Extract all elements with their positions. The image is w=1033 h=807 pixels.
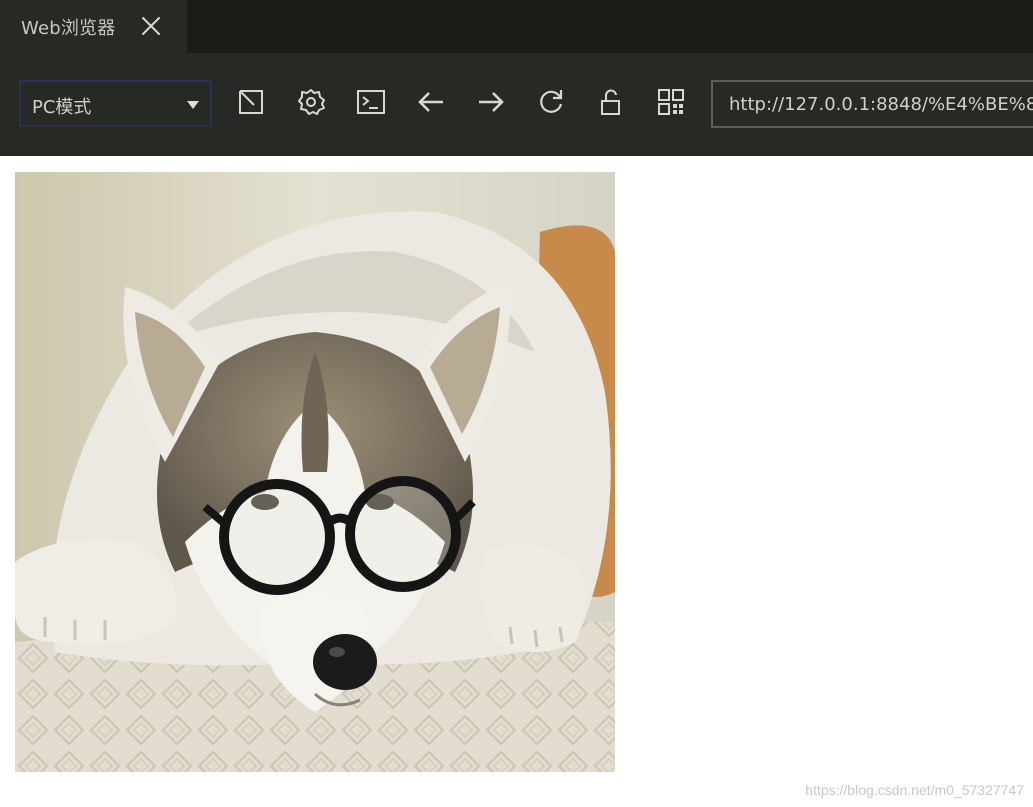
caret-down-icon: [187, 101, 199, 109]
tab-bar: Web浏览器: [0, 0, 1033, 53]
page-viewport: https://blog.csdn.net/m0_57327747: [0, 156, 1033, 807]
gear-icon: [298, 89, 325, 115]
refresh-icon: [540, 90, 563, 113]
url-text: http://127.0.0.1:8848/%E4%BE%8B/: [729, 94, 1033, 115]
mode-select-value: PC模式: [32, 97, 92, 118]
reload-button[interactable]: [536, 87, 566, 117]
qrcode-icon: [658, 89, 684, 115]
browser-window: Web浏览器 PC模式 http://127.0.0.1:8848/%E4%BE…: [0, 0, 1033, 807]
tab-web-browser[interactable]: Web浏览器: [0, 0, 187, 53]
mode-select[interactable]: PC模式: [19, 80, 212, 127]
resize-arrow-icon: [239, 90, 263, 114]
arrow-left-icon: [418, 92, 443, 112]
tab-title: Web浏览器: [21, 18, 116, 39]
url-bar[interactable]: http://127.0.0.1:8848/%E4%BE%8B/: [711, 80, 1033, 128]
qrcode-button[interactable]: [656, 87, 686, 117]
window-resize-button[interactable]: [236, 87, 266, 117]
console-button[interactable]: [356, 87, 386, 117]
close-icon[interactable]: [139, 14, 163, 38]
forward-button[interactable]: [476, 87, 506, 117]
arrow-right-icon: [479, 92, 504, 112]
toolbar: PC模式 http://127.0.0.1:8848/%E4%BE%8B/: [0, 53, 1033, 156]
terminal-icon: [357, 90, 385, 114]
dog-image: [15, 172, 615, 772]
unlock-icon: [601, 89, 620, 115]
watermark: https://blog.csdn.net/m0_57327747: [805, 782, 1024, 798]
settings-button[interactable]: [296, 87, 326, 117]
back-button[interactable]: [416, 87, 446, 117]
lock-button[interactable]: [596, 87, 626, 117]
